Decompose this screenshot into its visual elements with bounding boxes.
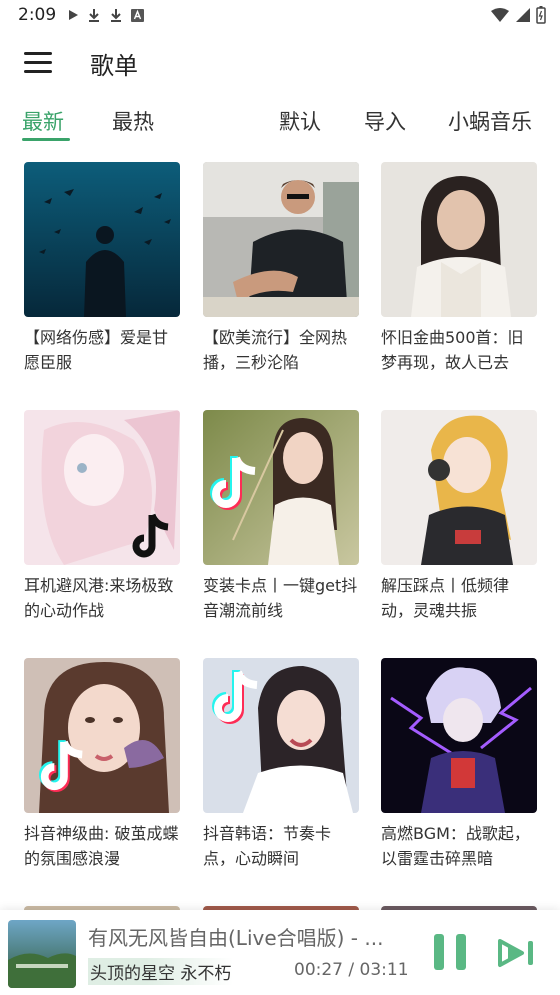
active-tab-indicator — [22, 138, 70, 141]
playlist-cover — [24, 658, 180, 813]
playlist-cover — [381, 162, 537, 317]
playlist-cover — [203, 162, 359, 317]
now-playing-lyric: 头顶的星空 永不朽 — [88, 958, 234, 985]
signal-icon — [516, 8, 530, 22]
status-bar: 2:09 — [0, 0, 560, 32]
tiktok-icon — [38, 740, 83, 792]
playlist-title: 抖音韩语：节奏卡点，心动瞬间 — [203, 824, 332, 868]
status-system-icons — [490, 6, 546, 24]
playlist-title: 解压踩点丨低频律动，灵魂共振 — [381, 576, 510, 620]
playlist-title: 怀旧金曲500首：旧梦再现，故人已去 — [381, 328, 524, 372]
download-notification-icon — [111, 9, 121, 22]
playlist-title: 【欧美流行】全网热播，三秒沦陷 — [203, 328, 348, 372]
wifi-icon — [491, 8, 509, 22]
playlist-card[interactable]: 耳机避风港:来场极致的心动作战 — [24, 410, 180, 623]
playlist-title: 高燃BGM：战歌起，以雷霆击碎黑暗 — [381, 824, 530, 868]
playlist-cover — [203, 658, 359, 813]
playlist-card[interactable]: 怀旧金曲500首：旧梦再现，故人已去 — [381, 162, 537, 375]
playlist-title: 变装卡点丨一键get抖音潮流前线 — [203, 576, 358, 620]
tiktok-icon — [212, 670, 258, 724]
playlist-title: 耳机避风港:来场极致的心动作战 — [24, 576, 174, 620]
tiktok-icon — [132, 513, 169, 558]
page-title: 歌单 — [90, 52, 138, 80]
menu-button[interactable] — [24, 50, 54, 74]
status-time: 2:09 — [18, 5, 57, 25]
now-playing-title: 有风无风皆自由(Live合唱版) - ... — [88, 926, 384, 950]
playlist-cover — [381, 658, 537, 813]
playlist-card[interactable]: 变装卡点丨一键get抖音潮流前线 — [203, 410, 359, 623]
status-notifications — [66, 6, 145, 24]
download-notification-icon — [89, 9, 99, 22]
playlist-card[interactable]: 抖音韩语：节奏卡点，心动瞬间 — [203, 658, 359, 871]
playlist-cover — [24, 410, 180, 565]
playback-time: 00:27 / 03:11 — [294, 960, 409, 980]
playlist-title: 抖音神级曲: 破茧成蝶的氛围感浪漫 — [24, 824, 179, 868]
now-playing-cover[interactable] — [8, 920, 76, 988]
tab-newest[interactable]: 最新 — [22, 106, 64, 136]
playlist-cover — [203, 410, 359, 565]
playlist-card[interactable]: 【欧美流行】全网热播，三秒沦陷 — [203, 162, 359, 375]
playlist-cover — [381, 410, 537, 565]
mini-player[interactable]: 有风无风皆自由(Live合唱版) - ... 头顶的星空 永不朽 00:27 /… — [0, 910, 560, 995]
next-track-icon[interactable] — [498, 938, 538, 968]
playlist-card[interactable]: 解压踩点丨低频律动，灵魂共振 — [381, 410, 537, 623]
tab-import[interactable]: 导入 — [364, 106, 406, 136]
app-bar: 歌单 — [0, 34, 560, 90]
battery-icon — [536, 6, 546, 24]
play-notification-icon — [69, 10, 78, 20]
font-notification-icon — [131, 8, 144, 22]
pause-button[interactable] — [432, 934, 468, 972]
tab-default[interactable]: 默认 — [279, 106, 321, 136]
tabs-row: 最新 最热 默认 导入 小蜗音乐 — [0, 98, 560, 144]
playlist-card[interactable]: 高燃BGM：战歌起，以雷霆击碎黑暗 — [381, 658, 537, 871]
playlist-card[interactable]: 【网络伤感】爱是甘愿臣服 — [24, 162, 180, 375]
playlist-card[interactable]: 抖音神级曲: 破茧成蝶的氛围感浪漫 — [24, 658, 180, 871]
playlist-cover — [24, 162, 180, 317]
tiktok-icon — [210, 456, 256, 510]
tab-hottest[interactable]: 最热 — [112, 106, 154, 136]
tab-xiaowo-music[interactable]: 小蜗音乐 — [448, 106, 532, 136]
playlist-title: 【网络伤感】爱是甘愿臣服 — [24, 328, 169, 372]
